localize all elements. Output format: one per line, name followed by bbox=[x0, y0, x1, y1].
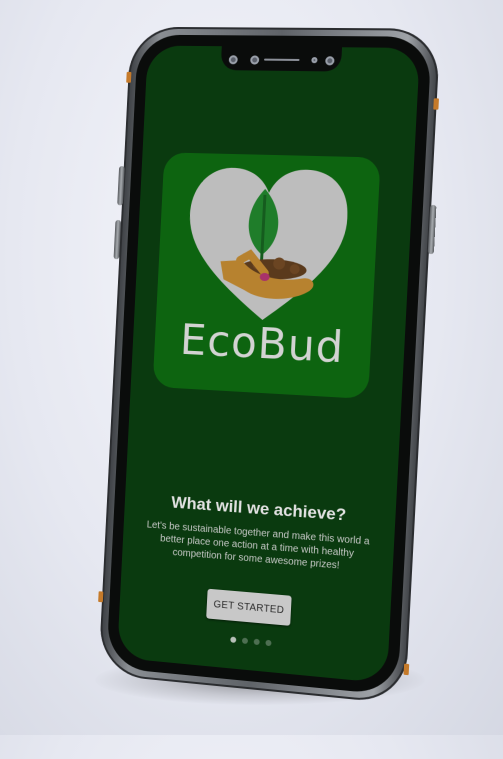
speaker-grille bbox=[264, 59, 300, 61]
heart-hand-sprout-icon bbox=[179, 163, 356, 329]
sensor-icon bbox=[250, 55, 259, 64]
face-id-sensor-icon bbox=[325, 56, 334, 65]
proximity-sensor-icon bbox=[311, 57, 317, 63]
page-dot-4[interactable] bbox=[265, 640, 271, 647]
onboarding-description: Let's be sustainable together and make t… bbox=[139, 518, 376, 575]
notch bbox=[221, 46, 342, 71]
app-logo: EcoBud bbox=[153, 152, 381, 399]
frame-antenna-band bbox=[98, 591, 103, 602]
get-started-button[interactable]: GET STARTED bbox=[206, 589, 292, 626]
frame-antenna-band bbox=[404, 664, 410, 676]
power-button bbox=[428, 205, 437, 254]
page-dot-1[interactable] bbox=[230, 637, 236, 643]
app-screen: EcoBud What will we achieve? Let's be su… bbox=[117, 46, 420, 684]
frame-antenna-band bbox=[433, 98, 439, 109]
frame-antenna-band bbox=[126, 72, 131, 83]
page-dot-3[interactable] bbox=[254, 639, 260, 646]
brand-wordmark: EcoBud bbox=[154, 314, 372, 375]
page-indicator bbox=[221, 636, 280, 651]
page-dot-2[interactable] bbox=[242, 638, 248, 645]
front-camera-icon bbox=[229, 55, 238, 64]
phone-scene: EcoBud What will we achieve? Let's be su… bbox=[0, 0, 503, 759]
